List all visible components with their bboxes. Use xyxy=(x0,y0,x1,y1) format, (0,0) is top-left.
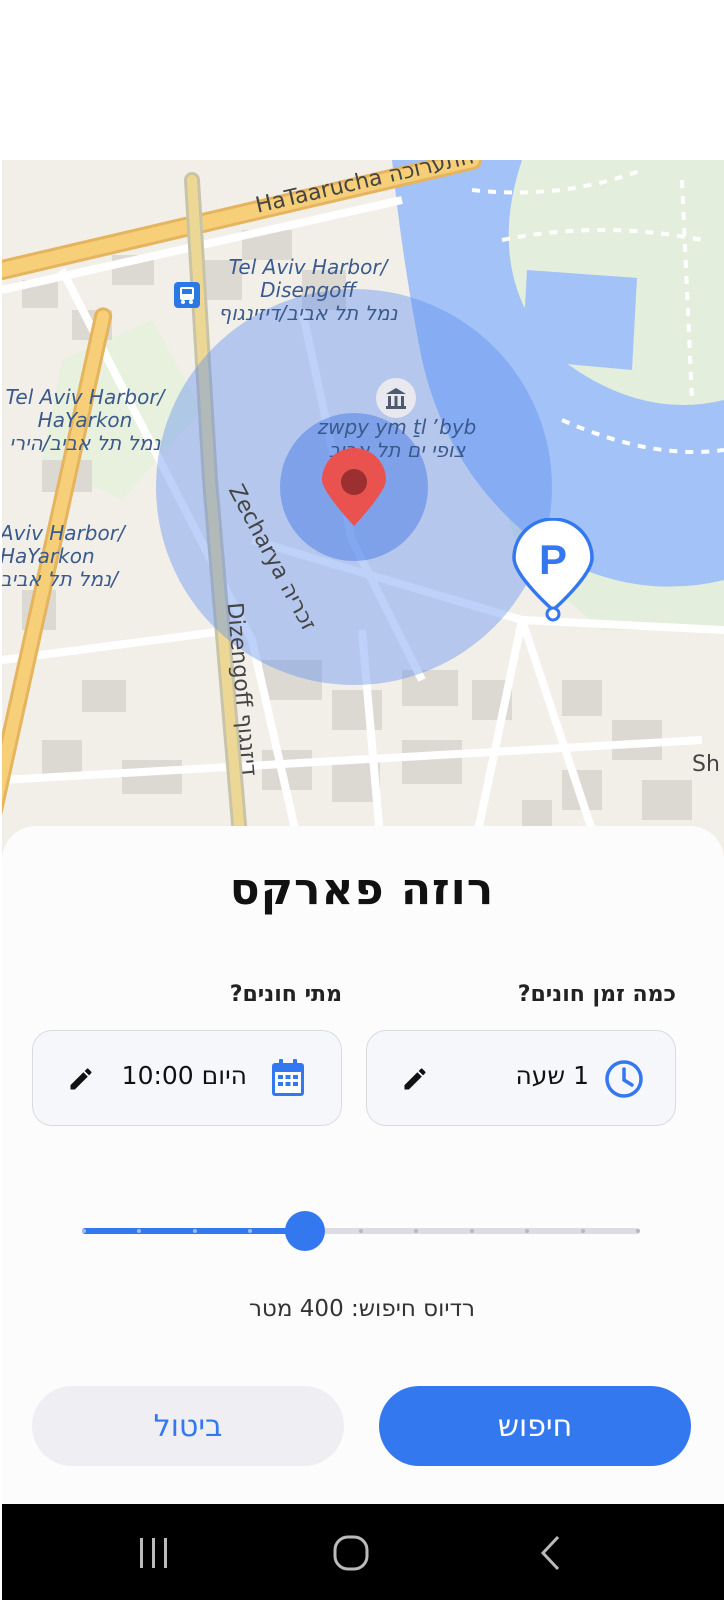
radius-slider[interactable] xyxy=(0,1200,724,1260)
stop-label-line: HaYarkon xyxy=(2,544,95,568)
parking-pin-icon[interactable]: P xyxy=(510,518,596,624)
stop-label-aviv-harbor: Aviv Harbor/ HaYarkon נמל תל אביב/ xyxy=(2,522,140,591)
when-value: היום 10:00 xyxy=(121,1061,247,1090)
pencil-icon[interactable] xyxy=(401,1065,429,1097)
street-name-heb: דיזנגוף xyxy=(231,712,262,778)
stop-label-line: Disengoff xyxy=(260,278,356,302)
slider-tick xyxy=(580,1229,585,1233)
when-label: מתי חונים? xyxy=(229,982,342,1007)
slider-tick xyxy=(192,1229,197,1233)
slider-tick xyxy=(82,1229,86,1233)
museum-icon[interactable] xyxy=(376,378,416,418)
clock-icon xyxy=(603,1058,645,1104)
stop-label-harbor-disengoff: Tel Aviv Harbor/ Disengoff נמל תל אביב/ד… xyxy=(208,256,408,325)
map-view[interactable]: HaTaarucha התערוכה Zecharya זכריה Dizeng… xyxy=(2,160,724,860)
bus-stop-icon[interactable] xyxy=(174,282,200,308)
cancel-button[interactable]: ביטול xyxy=(32,1386,344,1466)
system-navbar xyxy=(2,1504,724,1600)
back-icon[interactable] xyxy=(538,1534,564,1576)
calendar-icon xyxy=(269,1057,307,1103)
map-pin-icon[interactable] xyxy=(320,448,388,528)
duration-label: כמה זמן חונים? xyxy=(517,982,676,1007)
stop-label-line: Aviv Harbor/ xyxy=(2,521,125,545)
slider-tick xyxy=(469,1229,474,1233)
svg-text:P: P xyxy=(539,536,567,583)
stop-label-line: נמל תל אביב/דיזינגוף xyxy=(218,301,398,325)
stop-label-line: נמל תל אביב/ xyxy=(2,567,118,591)
recents-icon[interactable] xyxy=(136,1536,172,1574)
duration-card[interactable]: 1 שעה xyxy=(366,1030,676,1126)
slider-tick xyxy=(359,1229,363,1233)
duration-value: 1 שעה xyxy=(515,1061,589,1090)
stop-label-line: Tel Aviv Harbor/ xyxy=(228,255,388,279)
slider-thumb[interactable] xyxy=(285,1211,326,1251)
pencil-icon[interactable] xyxy=(67,1065,95,1097)
stop-label-harbor-hayarkon: Tel Aviv Harbor/ HaYarkon נמל תל אביב/הי… xyxy=(2,386,170,455)
poi-label-line: zwpy ym ṯl ʼbyb xyxy=(317,415,477,439)
sheet-title: רוזה פארקס xyxy=(229,864,495,915)
when-card[interactable]: היום 10:00 xyxy=(32,1030,342,1126)
slider-tick xyxy=(636,1229,640,1233)
search-button[interactable]: חיפוש xyxy=(379,1386,691,1466)
stop-label-line: HaYarkon xyxy=(37,408,133,432)
radius-text: רדיוס חיפוש: 400 מטר xyxy=(248,1296,476,1322)
stop-label-line: Tel Aviv Harbor/ xyxy=(5,385,165,409)
stop-label-line: נמל תל אביב/הירי xyxy=(9,431,161,455)
street-label-sh: Sh xyxy=(692,752,720,777)
home-icon[interactable] xyxy=(332,1534,370,1576)
